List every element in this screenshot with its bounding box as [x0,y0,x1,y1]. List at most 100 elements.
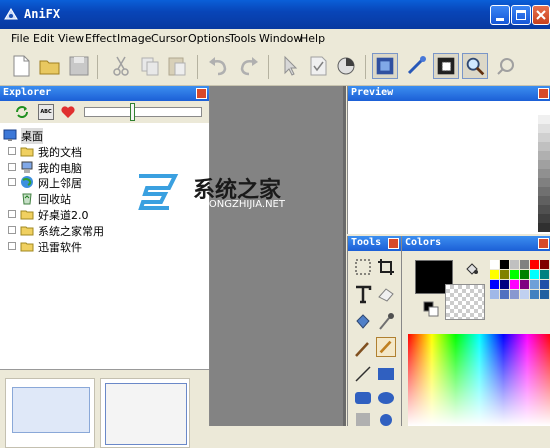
tools-header: Tools [348,236,401,251]
brush-icon[interactable] [353,339,373,359]
new-file-icon[interactable] [8,53,34,79]
palette-swatch[interactable] [500,290,509,299]
palette-swatch[interactable] [490,290,499,299]
menu-effect[interactable]: Effect [85,32,117,45]
palette-swatch[interactable] [520,260,529,269]
expand-plus-icon[interactable] [8,210,16,218]
tree-label: 好桌道2.0 [38,209,89,222]
thumbnail-size-slider[interactable] [84,103,202,121]
crop-icon[interactable] [376,257,396,277]
circle-icon[interactable] [333,53,359,79]
menu-file[interactable]: File [11,32,29,45]
favorites-heart-icon[interactable] [60,104,76,120]
expand-plus-icon[interactable] [8,226,16,234]
rectangle-tool-icon[interactable] [376,364,396,384]
palette-swatch[interactable] [520,290,529,299]
expand-plus-icon[interactable] [8,178,16,186]
palette-swatch[interactable] [490,270,499,279]
ellipse-tool-icon[interactable] [376,388,396,408]
palette-swatch[interactable] [530,290,539,299]
thumbnail-item[interactable] [5,378,95,448]
checkbox-icon[interactable] [305,53,331,79]
menu-view[interactable]: View [58,32,84,45]
folder-icon [20,210,34,220]
menu-options[interactable]: Options [188,32,230,45]
reset-colors-icon[interactable] [422,300,440,318]
palette-swatch[interactable] [530,260,539,269]
palette-swatch[interactable] [510,290,519,299]
palette-swatch[interactable] [540,290,549,299]
palette-swatch[interactable] [520,280,529,289]
gray-ramp-step [538,178,550,187]
brush-effect-icon[interactable] [404,53,430,79]
copy-icon[interactable] [137,53,163,79]
open-folder-icon[interactable] [37,53,63,79]
rect-select-icon[interactable] [353,257,373,277]
tools-close-button[interactable] [388,238,399,249]
preview-close-button[interactable] [538,88,549,99]
color-picker-icon[interactable] [376,312,396,332]
palette-swatch[interactable] [500,270,509,279]
paste-icon[interactable] [164,53,190,79]
eraser-icon[interactable] [376,284,396,304]
menu-help[interactable]: Help [300,32,325,45]
blur-tool-icon[interactable] [376,410,396,426]
background-color-swatch[interactable] [445,284,485,320]
expand-plus-icon[interactable] [8,242,16,250]
colors-header: Colors [402,236,550,251]
maximize-button[interactable] [511,5,531,25]
menu-cursor[interactable]: Cursor [151,32,187,45]
palette-swatch[interactable] [530,270,539,279]
palette-swatch[interactable] [510,260,519,269]
tree-label: 回收站 [38,193,71,206]
expand-plus-icon[interactable] [8,163,16,171]
menu-edit[interactable]: Edit [33,32,54,45]
title-bar: AniFX [0,0,550,29]
main-toolbar [0,49,550,86]
thumbnail-item[interactable] [100,378,190,448]
colors-close-button[interactable] [538,238,549,249]
palette-swatch[interactable] [500,260,509,269]
refresh-icon[interactable] [14,104,30,120]
palette-swatch[interactable] [520,270,529,279]
workspace-canvas[interactable] [210,86,346,426]
menu-window[interactable]: Window [259,32,302,45]
save-icon[interactable] [66,53,92,79]
close-button[interactable] [532,5,550,25]
rounded-rect-tool-icon[interactable] [353,388,373,408]
line-tool-icon[interactable] [353,364,373,384]
palette-swatch[interactable] [540,270,549,279]
color-spectrum[interactable] [408,334,550,426]
magic-icon[interactable] [493,53,519,79]
pencil-icon[interactable] [376,337,396,357]
palette-swatch[interactable] [510,270,519,279]
polygon-tool-icon[interactable] [353,410,373,426]
menu-image[interactable]: Image [117,32,151,45]
explorer-close-button[interactable] [196,88,207,99]
select-arrow-icon[interactable] [276,53,302,79]
image-view-icon[interactable] [372,53,398,79]
menu-tools[interactable]: Tools [229,32,256,45]
frame-icon[interactable] [433,53,459,79]
palette-swatch[interactable] [500,280,509,289]
fill-bucket-icon[interactable] [353,312,373,332]
palette-swatch[interactable] [530,280,539,289]
redo-icon[interactable] [235,53,261,79]
swap-colors-icon[interactable] [464,262,480,276]
abc-sort-icon[interactable]: ABC [38,104,54,120]
zoom-icon[interactable] [462,53,488,79]
palette-swatch[interactable] [540,260,549,269]
text-tool-icon[interactable] [353,284,373,304]
palette-swatch[interactable] [490,260,499,269]
palette-swatch[interactable] [540,280,549,289]
watermark-logo-icon [138,174,179,210]
slider-thumb[interactable] [130,103,135,121]
colors-title: Colors [405,237,442,248]
palette-swatch[interactable] [510,280,519,289]
expand-plus-icon[interactable] [8,147,16,155]
gray-ramp-step [538,124,550,133]
palette-swatch[interactable] [490,280,499,289]
cut-icon[interactable] [108,53,134,79]
undo-icon[interactable] [206,53,232,79]
minimize-button[interactable] [490,5,510,25]
